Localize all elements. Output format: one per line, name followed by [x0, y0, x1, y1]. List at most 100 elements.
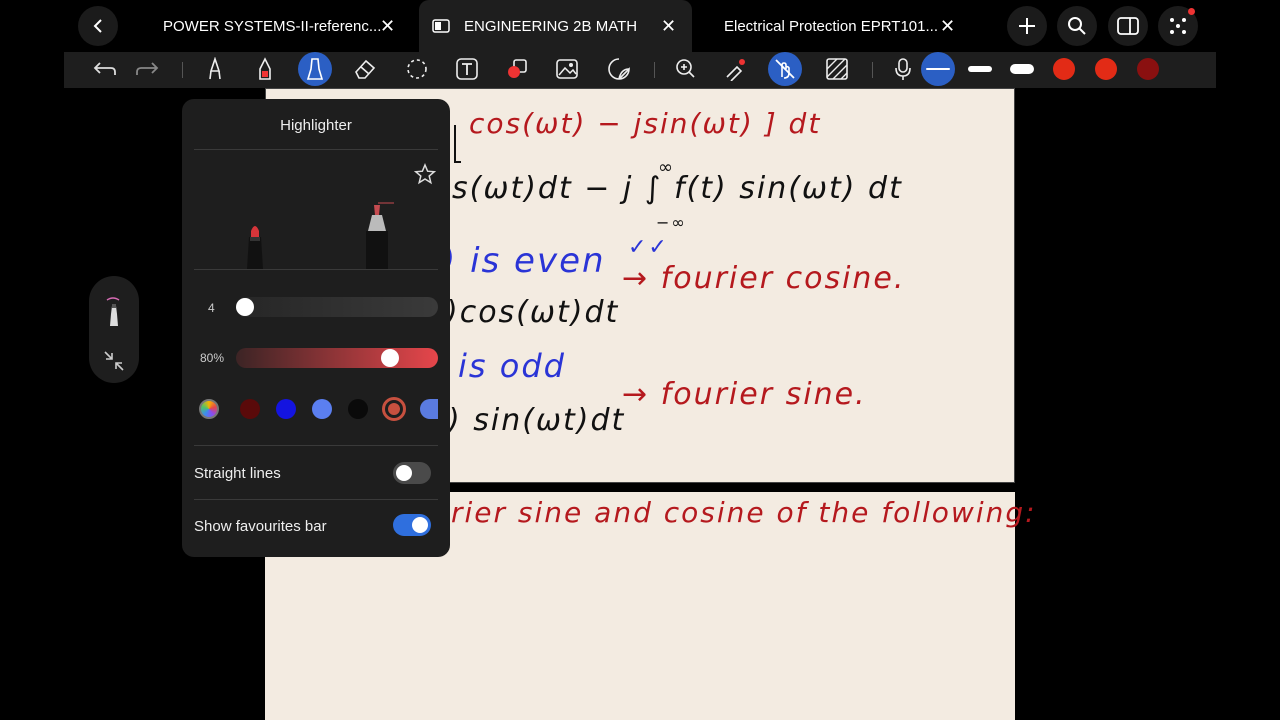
tab-engineering-math[interactable]: ENGINEERING 2B MATH ✕: [419, 0, 692, 52]
tab-label: ENGINEERING 2B MATH: [464, 17, 638, 35]
panel-divider: [194, 445, 438, 446]
favourite-highlighter[interactable]: [101, 294, 127, 328]
toolbar-divider: [182, 62, 183, 78]
size-slider[interactable]: [236, 297, 438, 317]
laser-pointer-tool[interactable]: [718, 52, 752, 86]
color-swatch-blue[interactable]: [276, 399, 296, 419]
size-slider-thumb[interactable]: [236, 298, 254, 316]
color-swatch-darkred[interactable]: [240, 399, 260, 419]
color-dot: [1095, 58, 1117, 80]
fourier-sine-note: → fourier sine.: [622, 377, 867, 412]
fourier-cosine-note: → fourier cosine.: [622, 261, 906, 296]
close-icon[interactable]: ✕: [380, 17, 395, 35]
integral-lower-limit: −∞: [656, 213, 687, 232]
minimize-arrows-icon: [104, 351, 124, 371]
collapse-favourites-button[interactable]: [103, 350, 125, 372]
marker-highlighter-icon: [366, 202, 400, 269]
favourite-star-button[interactable]: [413, 163, 437, 190]
microphone-button[interactable]: [886, 52, 920, 86]
more-button[interactable]: [1158, 6, 1198, 46]
undo-icon: [93, 62, 116, 75]
sidebar-button[interactable]: [1108, 6, 1148, 46]
stroke-line-icon: [968, 66, 992, 72]
opacity-slider-thumb[interactable]: [381, 349, 399, 367]
tab-bar: POWER SYSTEMS-II-referenc... ✕ ENGINEERI…: [0, 0, 1280, 52]
shapes-icon: [508, 59, 527, 78]
image-icon: [556, 59, 578, 79]
color-preset-3[interactable]: [1131, 52, 1165, 86]
hand-no-touch-icon: [775, 59, 795, 79]
highlighter-tool[interactable]: [298, 52, 332, 86]
stroke-size-2[interactable]: [963, 52, 997, 86]
highlighter-icon: [106, 297, 120, 326]
color-dot: [1053, 58, 1075, 80]
search-icon: [1068, 17, 1086, 35]
fountain-pen-tool[interactable]: [248, 52, 282, 86]
handwriting-line-1: cos(ωt) − jsin(ωt) ] dt: [469, 107, 822, 140]
tab-label: POWER SYSTEMS-II-referenc...: [163, 17, 382, 35]
stroke-size-1[interactable]: [921, 52, 955, 86]
pen-icon: [209, 57, 221, 80]
highlighter-panel: Highlighter 4 80% Straight lines Show fa…: [182, 99, 450, 557]
plus-icon: [1019, 18, 1035, 34]
shapes-tool[interactable]: [500, 52, 534, 86]
straight-lines-toggle[interactable]: [393, 462, 431, 484]
toggle-knob: [412, 517, 428, 533]
show-favourites-toggle[interactable]: [393, 514, 431, 536]
color-preset-2[interactable]: [1089, 52, 1123, 86]
handwriting-line-2: s(ωt)dt − j ∫ f(t) sin(ωt) dt: [452, 171, 903, 206]
grid-dots-icon: [1170, 18, 1186, 34]
handwriting-page2-line: rier sine and cosine of the following:: [451, 496, 1037, 529]
lasso-tool[interactable]: [400, 52, 434, 86]
microphone-icon: [895, 58, 911, 80]
pen-tool[interactable]: [198, 52, 232, 86]
text-box-icon: [456, 58, 478, 80]
color-swatch-selected[interactable]: [382, 397, 406, 421]
integral-upper-limit: ∞: [658, 157, 675, 178]
eraser-icon: [355, 59, 376, 79]
redo-icon: [136, 62, 159, 75]
highlighter-tip-option-1[interactable]: [240, 219, 270, 269]
color-swatch-lightblue[interactable]: [312, 399, 332, 419]
opacity-slider[interactable]: [236, 348, 438, 368]
check-marks: ✓✓: [628, 235, 669, 260]
color-swatch-partial[interactable]: [420, 399, 438, 419]
highlighter-tip-option-2[interactable]: [360, 201, 400, 269]
tab-power-systems[interactable]: POWER SYSTEMS-II-referenc... ✕: [150, 0, 405, 52]
close-icon[interactable]: ✕: [940, 17, 955, 35]
image-tool[interactable]: [550, 52, 584, 86]
tab-electrical-protection[interactable]: Electrical Protection EPRT101... ✕: [710, 0, 970, 52]
undo-button[interactable]: [88, 52, 122, 86]
stroke-size-3[interactable]: [1005, 52, 1039, 86]
stroke-line-icon: [926, 68, 950, 70]
toggle-knob: [396, 465, 412, 481]
panel-divider: [194, 269, 438, 270]
color-swatch-black[interactable]: [348, 399, 368, 419]
zoom-tool[interactable]: [668, 52, 702, 86]
star-icon: [413, 163, 437, 185]
color-picker-button[interactable]: [199, 399, 219, 419]
back-button[interactable]: [78, 6, 118, 46]
new-tab-button[interactable]: [1007, 6, 1047, 46]
favourites-bar: [89, 276, 139, 383]
pattern-tool[interactable]: [820, 52, 854, 86]
toolbar-divider: [872, 62, 873, 78]
panel-divider: [194, 499, 438, 500]
redo-button[interactable]: [130, 52, 164, 86]
bracket-mark: [454, 125, 461, 163]
sticker-tool[interactable]: [602, 52, 636, 86]
handwriting-line-4: )cos(ωt)dt: [446, 295, 620, 330]
toolbar-divider: [654, 62, 655, 78]
close-icon[interactable]: ✕: [661, 17, 676, 35]
tab-label: Electrical Protection EPRT101...: [724, 17, 938, 35]
search-button[interactable]: [1057, 6, 1097, 46]
color-preset-1[interactable]: [1047, 52, 1081, 86]
eraser-tool[interactable]: [348, 52, 382, 86]
sticker-icon: [608, 58, 630, 80]
notification-dot: [1188, 8, 1195, 15]
lasso-icon: [407, 59, 427, 79]
toolbar: [64, 52, 1216, 88]
document-icon: [432, 19, 450, 33]
touch-draw-toggle[interactable]: [768, 52, 802, 86]
text-tool[interactable]: [450, 52, 484, 86]
